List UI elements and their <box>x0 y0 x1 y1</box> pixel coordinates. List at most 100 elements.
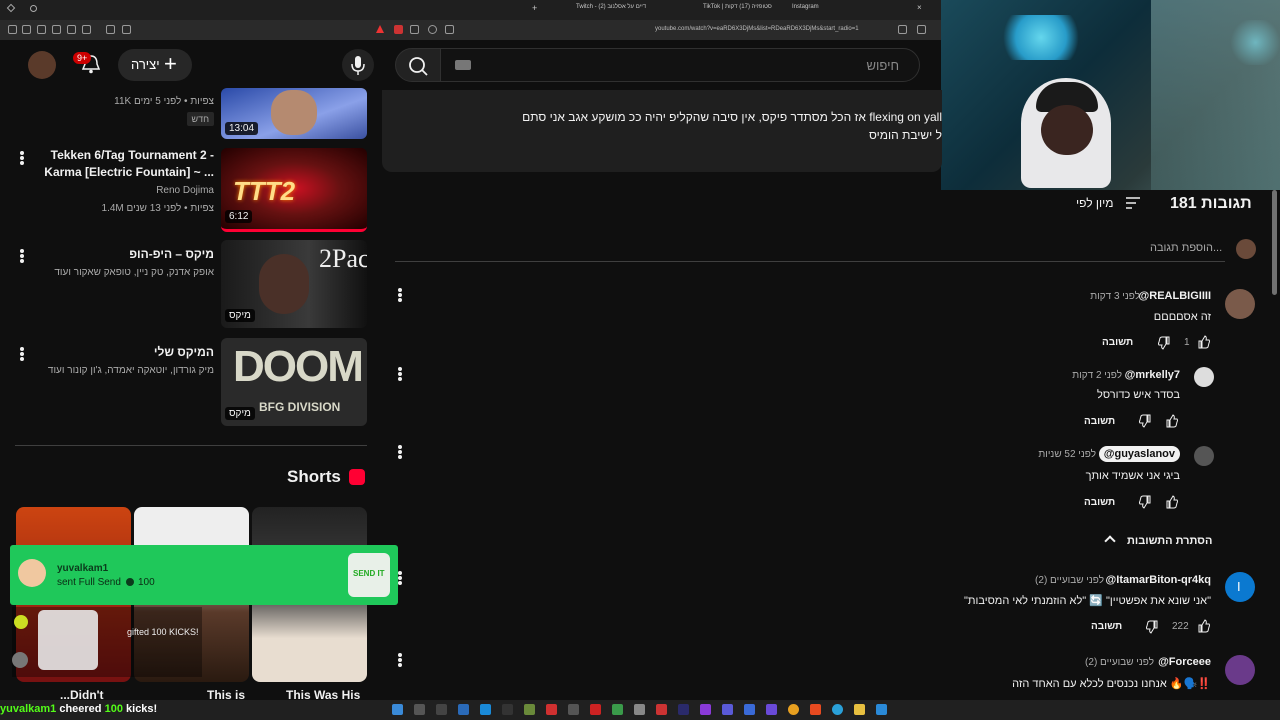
list-item[interactable]: 13:04 11K צפיות • לפני 5 ימים חדש <box>0 88 380 143</box>
app-icon[interactable] <box>612 704 623 715</box>
sort-button[interactable]: מיון לפי <box>1075 194 1145 214</box>
reply-button[interactable]: תשובה <box>1102 337 1133 348</box>
more-options-icon[interactable] <box>19 150 25 166</box>
like-icon[interactable] <box>1165 495 1179 509</box>
more-options-icon[interactable] <box>19 346 25 362</box>
sidebar-icon[interactable] <box>67 25 76 34</box>
app-icon[interactable] <box>656 704 667 715</box>
tab-twitch[interactable]: Twitch - (2) דיים על אסלנוב <box>576 4 646 10</box>
app-icon[interactable] <box>568 704 579 715</box>
app-icon[interactable] <box>722 704 733 715</box>
music-icon[interactable] <box>82 25 91 34</box>
add-comment-input[interactable]: הוספת תגובה... <box>1150 242 1222 254</box>
dislike-icon[interactable] <box>1138 414 1152 428</box>
bookmark-icon[interactable] <box>898 25 907 34</box>
video-thumbnail[interactable]: 13:04 <box>221 88 367 139</box>
window-icon[interactable] <box>30 5 37 12</box>
dislike-icon[interactable] <box>1138 495 1152 509</box>
more-options-icon[interactable] <box>397 652 403 668</box>
tab-tiktok[interactable]: TikTok | סטופזיה (17) דקות <box>703 4 772 10</box>
brave-icon[interactable] <box>810 704 821 715</box>
comment-time[interactable]: לפני 2 דקות <box>1072 370 1122 381</box>
comment-author[interactable]: @mrkelly7 <box>1125 369 1180 381</box>
tab-icon[interactable] <box>52 25 61 34</box>
create-button[interactable]: יצירה + <box>118 49 192 81</box>
like-icon[interactable] <box>1165 414 1179 428</box>
channel-name[interactable]: Reno Dojima <box>14 182 214 199</box>
shields-icon[interactable] <box>394 25 403 34</box>
app-icon[interactable] <box>546 704 557 715</box>
like-icon[interactable] <box>1197 335 1211 349</box>
close-icon[interactable] <box>6 3 16 13</box>
app-icon[interactable] <box>524 704 535 715</box>
video-thumbnail[interactable]: DOOM BFG DIVISION מיקס <box>221 338 367 426</box>
avatar[interactable]: I <box>1225 572 1255 602</box>
video-title[interactable]: Tekken 6/Tag Tournament 2 - <box>34 147 214 164</box>
comment-author[interactable]: @ItamarBiton-qr4kq <box>1106 574 1211 586</box>
app-icon[interactable] <box>436 704 447 715</box>
brave-icon[interactable] <box>376 25 384 33</box>
video-title[interactable]: מיקס – היפ-הופ <box>34 246 214 263</box>
list-item[interactable]: 2Pac מיקס מיקס – היפ-הופ אופק אדנק, טק נ… <box>0 240 380 330</box>
copy-icon[interactable] <box>122 25 131 34</box>
comment-author-highlighted[interactable]: @guyaslanov <box>1098 446 1180 462</box>
list-item[interactable]: TTT2 6:12 Tekken 6/Tag Tournament 2 - Ka… <box>0 146 380 236</box>
comment-author[interactable]: @REALBIGIIII <box>1139 290 1211 302</box>
app-icon[interactable] <box>876 704 887 715</box>
avatar[interactable] <box>1194 446 1214 466</box>
edge-icon[interactable] <box>832 704 843 715</box>
video-thumbnail[interactable]: 2Pac מיקס <box>221 240 367 328</box>
app-icon[interactable] <box>590 704 601 715</box>
app-icon[interactable] <box>634 704 645 715</box>
comment-time[interactable]: לפני שבועיים (2) <box>1085 657 1154 668</box>
avatar[interactable] <box>1194 367 1214 387</box>
app-icon[interactable] <box>744 704 755 715</box>
avatar[interactable] <box>28 51 56 79</box>
tab-instagram[interactable]: Instagram <box>792 4 819 10</box>
dislike-icon[interactable] <box>1145 620 1159 634</box>
screenshot-icon[interactable] <box>106 25 115 34</box>
app-icon[interactable] <box>502 704 513 715</box>
folder-icon[interactable] <box>854 704 865 715</box>
dislike-icon[interactable] <box>1157 336 1171 350</box>
bookmark-star-icon[interactable] <box>917 25 926 34</box>
video-title-line2[interactable]: Karma [Electric Fountain] ~ ... <box>34 164 214 181</box>
chrome-icon[interactable] <box>788 704 799 715</box>
video-description[interactable]: אז הכל מסתדר פיקס, אין סיבה שהקליפ יהיה … <box>382 90 942 172</box>
task-view-icon[interactable] <box>414 704 425 715</box>
keyboard-icon[interactable] <box>455 60 471 70</box>
search-input[interactable]: חיפוש <box>440 48 920 82</box>
reply-button[interactable]: תשובה <box>1084 416 1115 427</box>
app-icon[interactable] <box>766 704 777 715</box>
menu-icon[interactable] <box>8 25 17 34</box>
like-icon[interactable] <box>1197 619 1211 633</box>
tab-close-icon[interactable]: × <box>917 3 922 12</box>
avatar[interactable] <box>1225 655 1255 685</box>
app-icon[interactable] <box>700 704 711 715</box>
comment-author[interactable]: @Forceee <box>1158 656 1211 668</box>
search-button[interactable] <box>395 48 441 82</box>
more-options-icon[interactable] <box>397 444 403 460</box>
edit-icon[interactable] <box>410 25 419 34</box>
more-options-icon[interactable] <box>397 287 403 303</box>
share-icon[interactable] <box>445 25 454 34</box>
reply-button[interactable]: תשובה <box>1091 621 1122 632</box>
app-icon[interactable] <box>458 704 469 715</box>
comment-time[interactable]: לפני 52 שניות <box>1038 449 1096 460</box>
hide-replies-button[interactable]: הסתרת התשובות <box>1100 534 1215 550</box>
list-item[interactable]: DOOM BFG DIVISION מיקס המיקס שלי מיק גור… <box>0 338 380 428</box>
start-icon[interactable] <box>392 704 403 715</box>
comment-time[interactable]: לפני 3 דקות <box>1090 291 1140 302</box>
video-thumbnail[interactable]: TTT2 6:12 <box>221 148 367 232</box>
comment-time[interactable]: לפני שבועיים (2) <box>1035 575 1104 586</box>
more-options-icon[interactable] <box>19 248 25 264</box>
extension-icon[interactable] <box>37 25 46 34</box>
app-icon[interactable] <box>480 704 491 715</box>
shield-icon[interactable] <box>22 25 31 34</box>
url-text[interactable]: youtube.com/watch?v=eaRD6X3DjMs&list=RDe… <box>655 26 859 32</box>
search-icon[interactable] <box>428 25 437 34</box>
voice-search-button[interactable] <box>342 49 374 81</box>
more-options-icon[interactable] <box>397 366 403 382</box>
app-icon[interactable] <box>678 704 689 715</box>
avatar[interactable] <box>1225 289 1255 319</box>
